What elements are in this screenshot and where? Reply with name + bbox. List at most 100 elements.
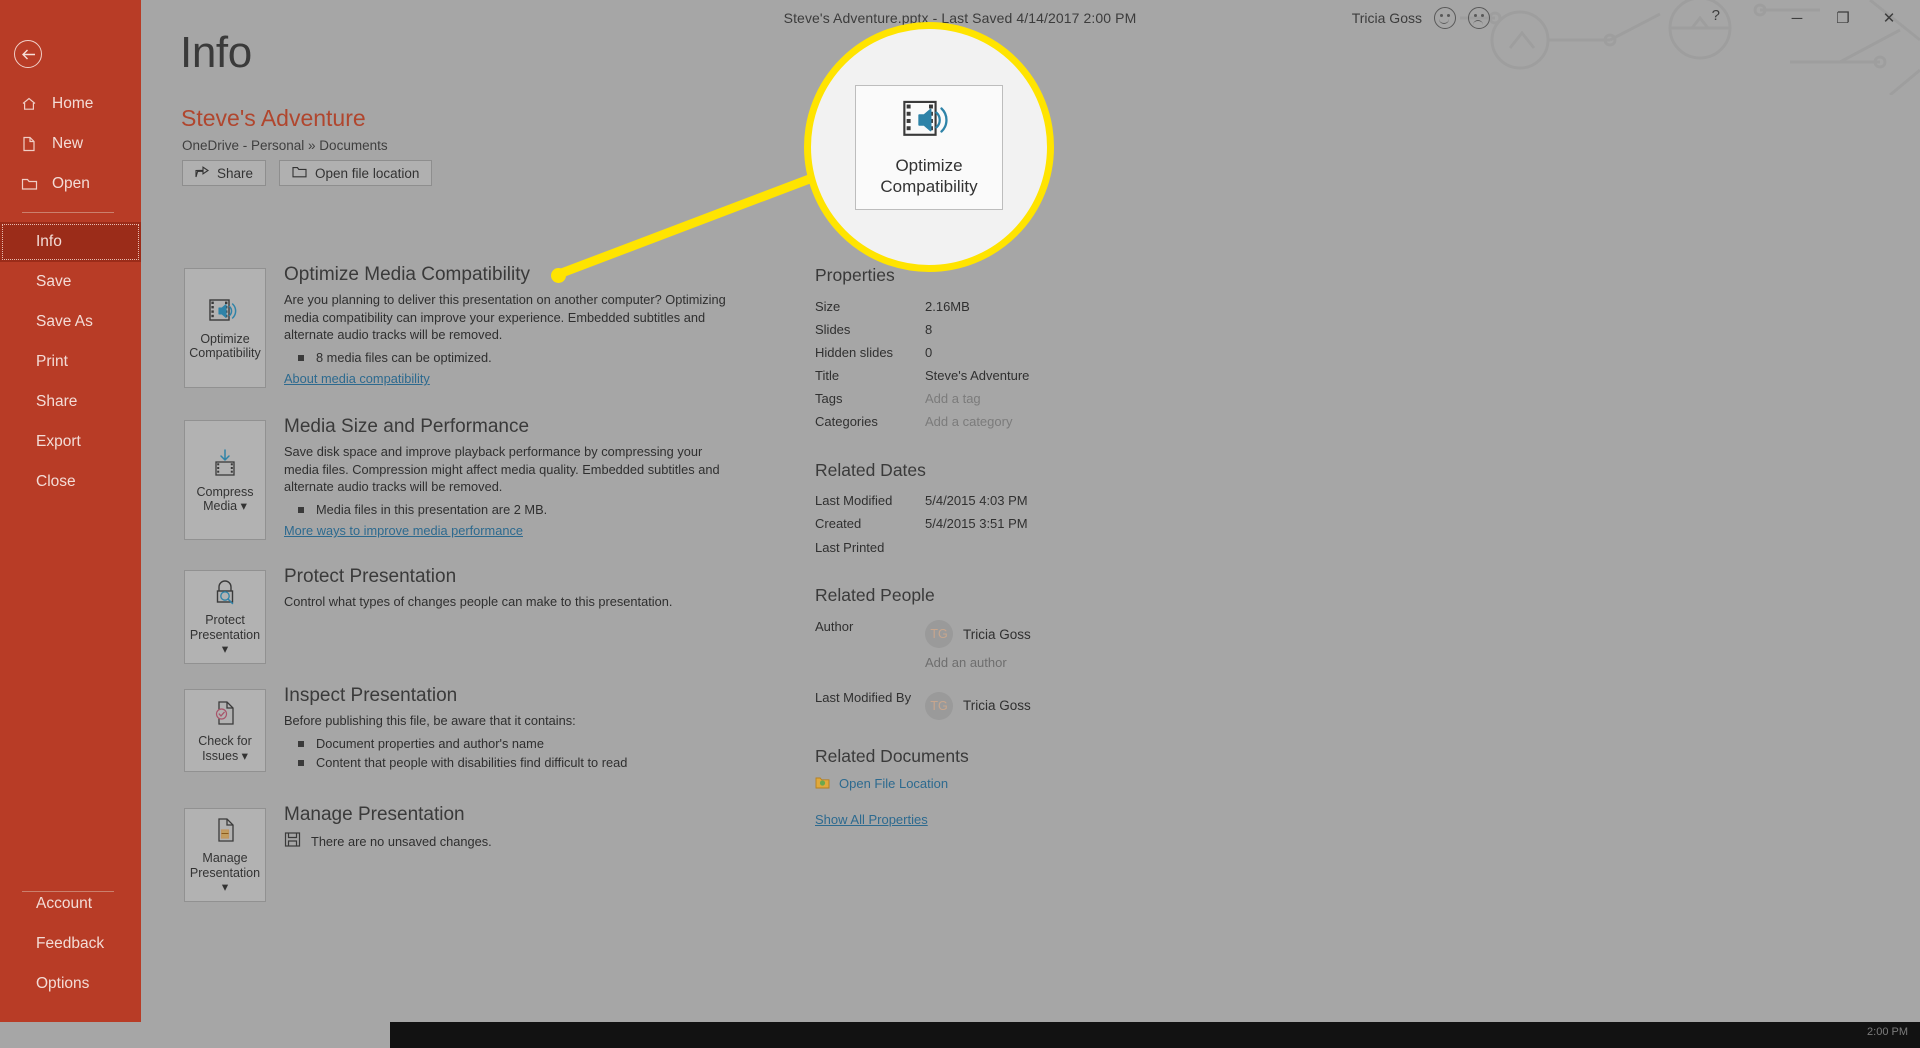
property-key: Title <box>815 367 840 383</box>
check-for-issues-button-label: Check for Issues ▾ <box>198 734 252 763</box>
section-heading: Optimize Media Compatibility <box>284 264 531 285</box>
unsaved-changes-row: There are no unsaved changes. <box>284 831 734 853</box>
optimize-compatibility-button[interactable]: Optimize Compatibility <box>184 268 266 389</box>
property-row-size: Size 2.16MB <box>815 295 1245 318</box>
open-file-location-button[interactable]: Open file location <box>279 160 433 186</box>
sidebar-item-close[interactable]: Close <box>0 462 141 502</box>
property-value: 5/4/2015 3:51 PM <box>925 516 1028 532</box>
callout-anchor-dot <box>551 268 566 283</box>
property-value: 2.16MB <box>925 298 970 314</box>
open-folder-icon <box>20 177 38 191</box>
bullet-item: Document properties and author's name <box>284 734 734 753</box>
manage-presentation-icon <box>211 816 239 847</box>
magnified-optimize-compatibility-button: Optimize Compatibility <box>855 84 1003 210</box>
magnified-button-label: Optimize Compatibility <box>880 156 978 196</box>
sidebar-item-print[interactable]: Print <box>0 342 141 382</box>
backstage-navigation-rail: Home New Open Info Save Save As Print Sh… <box>0 0 141 1022</box>
document-check-icon <box>211 699 239 730</box>
property-key: Categories <box>815 414 878 430</box>
author-name: Tricia Goss <box>963 626 1031 642</box>
property-key: Last Printed <box>815 539 885 555</box>
section-description: Control what types of changes people can… <box>284 594 673 609</box>
share-button-label: Share <box>217 165 254 181</box>
minimize-button[interactable]: ─ <box>1774 2 1820 34</box>
inspect-presentation-body: Inspect Presentation Before publishing t… <box>284 685 734 772</box>
protect-presentation-button[interactable]: Protect Presentation ▾ <box>184 570 266 664</box>
rail-main-group: Info Save Save As Print Share Export Clo… <box>0 222 141 502</box>
sidebar-item-save-as[interactable]: Save As <box>0 302 141 342</box>
smiley-feedback-icon[interactable] <box>1434 7 1456 29</box>
compress-media-button[interactable]: Compress Media ▾ <box>184 420 266 541</box>
share-button[interactable]: Share <box>182 160 267 186</box>
unsaved-changes-label: There are no unsaved changes. <box>311 834 492 850</box>
property-value: 8 <box>925 321 933 337</box>
help-button[interactable]: ? <box>1712 7 1720 24</box>
document-name: Steve's Adventure <box>181 105 366 131</box>
property-value[interactable]: Steve's Adventure <box>925 366 1029 386</box>
magnifier-callout: Optimize Compatibility <box>804 22 1054 272</box>
back-arrow-icon[interactable] <box>14 40 42 68</box>
avatar: TG <box>925 691 953 720</box>
about-media-compatibility-link[interactable]: About media compatibility <box>284 371 430 386</box>
sidebar-item-new[interactable]: New <box>0 124 141 164</box>
section-description: Before publishing this file, be aware th… <box>284 713 576 728</box>
sidebar-item-info[interactable]: Info <box>0 222 141 262</box>
media-size-body: Media Size and Performance Save disk spa… <box>284 416 734 540</box>
sidebar-item-label: Close <box>36 473 76 490</box>
sidebar-item-export[interactable]: Export <box>0 422 141 462</box>
sidebar-item-label: Save <box>36 273 72 290</box>
more-ways-improve-performance-link[interactable]: More ways to improve media performance <box>284 523 523 538</box>
lock-icon <box>210 578 240 609</box>
related-dates-heading: Related Dates <box>815 459 926 480</box>
sidebar-item-label: Share <box>36 393 78 410</box>
section-protect-presentation: Protect Presentation ▾ Protect Presentat… <box>184 566 734 664</box>
open-file-location-label: Open file location <box>315 165 420 181</box>
page-title: Info <box>180 28 252 77</box>
sidebar-item-options[interactable]: Options <box>0 964 141 1004</box>
home-icon <box>20 96 38 112</box>
property-key: Size <box>815 298 841 314</box>
related-documents-heading: Related Documents <box>815 745 969 766</box>
document-path: OneDrive - Personal » Documents <box>182 138 388 153</box>
sidebar-item-label: Print <box>36 353 68 370</box>
close-button[interactable]: ✕ <box>1866 2 1912 34</box>
sidebar-item-share[interactable]: Share <box>0 382 141 422</box>
show-all-properties-link[interactable]: Show All Properties <box>815 812 928 827</box>
sidebar-item-label: Export <box>36 433 81 450</box>
bullet-item: Media files in this presentation are 2 M… <box>284 500 734 519</box>
compress-media-button-label: Compress Media ▾ <box>196 484 254 514</box>
sidebar-item-open[interactable]: Open <box>0 164 141 204</box>
add-category-field[interactable]: Add a category <box>925 412 1012 432</box>
modifier-person[interactable]: TG Tricia Goss <box>925 691 1245 720</box>
section-media-size-performance: Compress Media ▾ Media Size and Performa… <box>184 416 734 541</box>
open-file-location-link-label: Open File Location <box>839 776 949 792</box>
restore-button[interactable]: ❐ <box>1820 2 1866 34</box>
add-tag-field[interactable]: Add a tag <box>925 389 981 409</box>
section-bullets: Media files in this presentation are 2 M… <box>284 500 734 519</box>
property-key: Slides <box>815 321 851 337</box>
author-person[interactable]: TG Tricia Goss <box>925 620 1245 649</box>
section-manage-presentation: Manage Presentation ▾ Manage Presentatio… <box>184 804 734 902</box>
document-actions: Share Open file location <box>182 160 433 186</box>
account-area[interactable]: Tricia Goss <box>1352 7 1490 29</box>
section-description: Are you planning to deliver this present… <box>284 292 726 343</box>
manage-presentation-button[interactable]: Manage Presentation ▾ <box>184 808 266 902</box>
property-row-tags: Tags Add a tag <box>815 388 1245 411</box>
frown-feedback-icon[interactable] <box>1468 7 1490 29</box>
media-speaker-icon <box>208 297 242 328</box>
manage-presentation-body: Manage Presentation There are no unsaved… <box>284 804 734 902</box>
add-author-button[interactable]: Add an author <box>925 655 1245 670</box>
sidebar-item-save[interactable]: Save <box>0 262 141 302</box>
sidebar-item-label: Save As <box>36 313 93 330</box>
check-for-issues-button[interactable]: Check for Issues ▾ <box>184 689 266 773</box>
sidebar-item-label: Info <box>36 233 62 250</box>
section-inspect-presentation: Check for Issues ▾ Inspect Presentation … <box>184 685 734 773</box>
property-key: Author <box>815 618 854 634</box>
optimize-compatibility-button-label: Optimize Compatibility <box>189 331 261 361</box>
share-icon <box>195 165 209 181</box>
sidebar-item-home[interactable]: Home <box>0 84 141 124</box>
sidebar-item-account[interactable]: Account <box>0 884 141 924</box>
sidebar-item-feedback[interactable]: Feedback <box>0 924 141 964</box>
open-file-location-link[interactable]: Open File Location <box>815 776 1245 792</box>
rail-top-group: Home New Open <box>0 84 141 204</box>
